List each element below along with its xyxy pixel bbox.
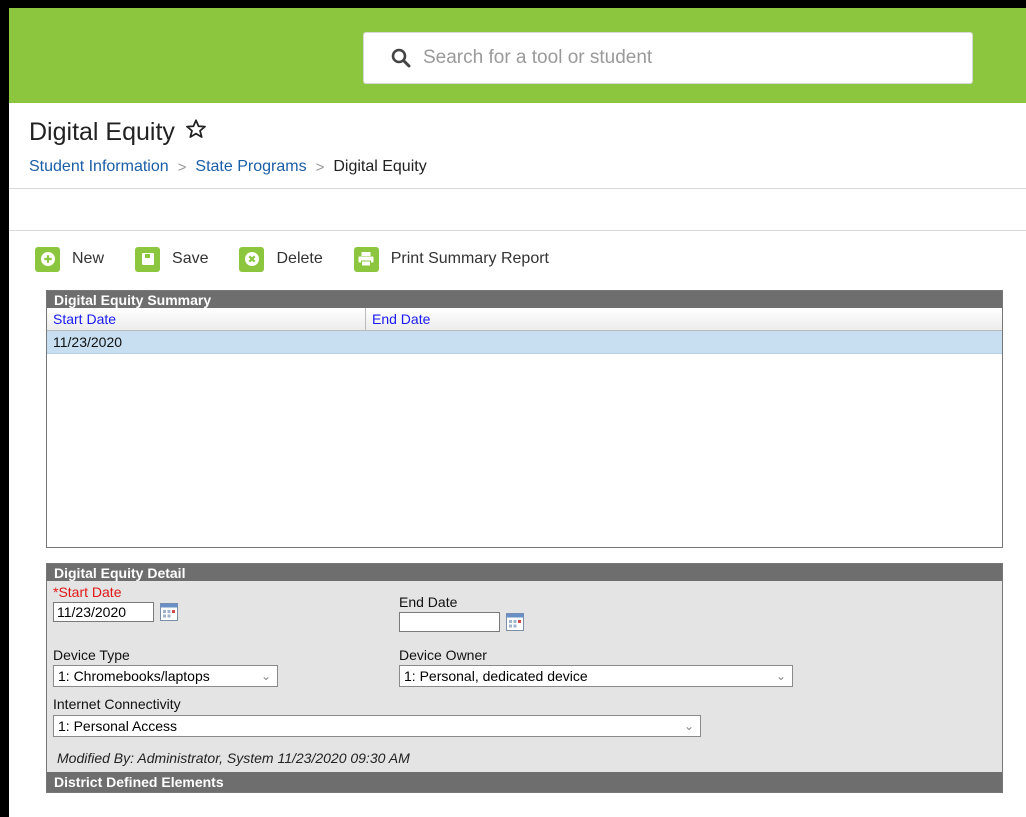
device-owner-label: Device Owner: [399, 647, 487, 663]
save-button-label: Save: [172, 250, 209, 267]
printer-icon: [353, 246, 379, 272]
calendar-icon[interactable]: [160, 603, 178, 621]
search-input[interactable]: [421, 46, 945, 70]
start-date-label: *Start Date: [53, 584, 122, 600]
end-date-input[interactable]: [399, 612, 500, 632]
internet-connectivity-value: 1: Personal Access: [58, 718, 178, 734]
delete-button-label: Delete: [276, 250, 323, 267]
summary-column-headers: Start Date End Date: [47, 308, 1002, 331]
page-title-row: Digital Equity: [29, 118, 207, 147]
device-type-label: Device Type: [53, 647, 130, 663]
divider: [9, 230, 1026, 231]
save-button[interactable]: Save: [135, 246, 209, 272]
detail-panel-title: Digital Equity Detail: [47, 564, 1002, 581]
divider: [9, 188, 1026, 189]
summary-panel-title: Digital Equity Summary: [47, 291, 1002, 308]
internet-connectivity-select[interactable]: 1: Personal Access ⌄: [53, 715, 701, 737]
column-header-end-date[interactable]: End Date: [366, 308, 430, 330]
device-owner-value: 1: Personal, dedicated device: [404, 668, 588, 684]
action-toolbar: New Save Delete Print Summary Report: [35, 241, 580, 277]
column-header-start-date[interactable]: Start Date: [47, 308, 366, 330]
device-owner-select[interactable]: 1: Personal, dedicated device ⌄: [399, 665, 793, 687]
chevron-down-icon: ⌄: [775, 669, 786, 683]
new-button-label: New: [72, 250, 105, 267]
plus-circle-icon: [35, 246, 60, 272]
breadcrumb-separator-icon: >: [177, 158, 187, 176]
district-defined-elements-header[interactable]: District Defined Elements: [47, 772, 1002, 792]
delete-button[interactable]: Delete: [239, 246, 323, 272]
calendar-icon[interactable]: [506, 613, 524, 631]
chevron-down-icon: ⌄: [260, 669, 271, 683]
top-bar: [9, 8, 1026, 103]
table-row[interactable]: 11/23/2020: [47, 331, 1002, 354]
app-frame: Digital Equity Student Information > Sta…: [9, 8, 1026, 817]
breadcrumb-separator-icon: >: [315, 158, 325, 176]
search-box[interactable]: [363, 32, 973, 84]
breadcrumb-current: Digital Equity: [333, 158, 427, 175]
device-type-select[interactable]: 1: Chromebooks/laptops ⌄: [53, 665, 278, 687]
row-start-date: 11/23/2020: [53, 334, 123, 350]
floppy-icon: [135, 246, 161, 272]
print-summary-report-button[interactable]: Print Summary Report: [353, 246, 549, 272]
detail-panel: Digital Equity Detail *Start Date End Da…: [46, 563, 1003, 793]
start-date-input[interactable]: [53, 602, 154, 622]
chevron-down-icon: ⌄: [683, 719, 694, 733]
search-icon: [391, 48, 411, 68]
page-title: Digital Equity: [29, 118, 175, 146]
modified-by-text: Modified By: Administrator, System 11/23…: [57, 750, 410, 766]
star-outline-icon[interactable]: [185, 118, 207, 147]
breadcrumb: Student Information > State Programs > D…: [29, 158, 427, 176]
new-button[interactable]: New: [35, 246, 105, 272]
device-type-value: 1: Chromebooks/laptops: [58, 668, 210, 684]
internet-connectivity-label: Internet Connectivity: [53, 696, 181, 712]
summary-panel: Digital Equity Summary Start Date End Da…: [46, 290, 1003, 548]
breadcrumb-student-information[interactable]: Student Information: [29, 158, 169, 176]
breadcrumb-state-programs[interactable]: State Programs: [195, 158, 306, 176]
x-circle-icon: [239, 246, 265, 272]
end-date-label: End Date: [399, 594, 458, 610]
print-summary-report-label: Print Summary Report: [390, 250, 549, 267]
